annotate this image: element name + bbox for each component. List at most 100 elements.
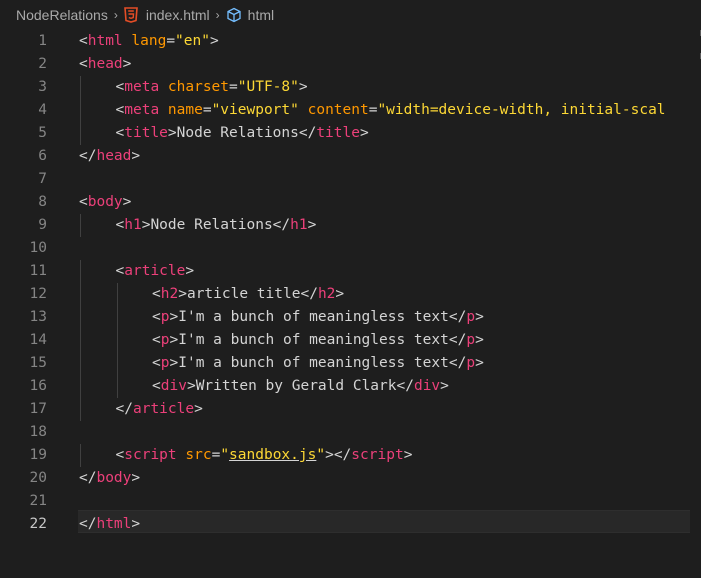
code-line[interactable]: 21 <box>0 490 701 513</box>
token-eq: = <box>202 102 212 118</box>
token-br: < <box>115 447 125 463</box>
token-txt: Written by Gerald Clark <box>195 378 397 394</box>
breadcrumb-symbol[interactable]: html <box>226 7 274 23</box>
code-line[interactable]: 14 <p>I'm a bunch of meaningless text</p> <box>0 329 701 352</box>
token-tag: h2 <box>160 286 179 302</box>
token-link[interactable]: sandbox.js <box>229 447 316 463</box>
code-line[interactable]: 10 <box>0 237 701 260</box>
code-line[interactable]: 9 <h1>Node Relations</h1> <box>0 214 701 237</box>
code-line[interactable]: 2 <head> <box>0 53 701 76</box>
breadcrumb-file[interactable]: index.html <box>123 7 210 23</box>
token-tag: script <box>351 447 404 463</box>
token-tag: h2 <box>317 286 336 302</box>
indent-guide <box>80 398 81 421</box>
symbol-cube-icon <box>226 7 242 23</box>
code-line[interactable]: 18 <box>0 421 701 444</box>
token-br: > <box>194 401 203 417</box>
line-content: <html lang="en"> <box>79 30 219 53</box>
code-line[interactable]: 20 </body> <box>0 467 701 490</box>
code-line[interactable]: 22 </html> <box>0 513 701 536</box>
indent-guide <box>80 352 81 375</box>
token-br: > <box>475 332 484 348</box>
token-br: </ <box>79 516 97 532</box>
line-number: 6 <box>38 148 47 164</box>
line-content: </head> <box>79 145 140 168</box>
line-content: <title>Node Relations</title> <box>116 122 369 145</box>
token-br: < <box>115 79 125 95</box>
token-br: </ <box>115 401 133 417</box>
token-tag: p <box>466 332 476 348</box>
token-str: "UTF-8" <box>237 79 299 95</box>
code-line[interactable]: 11 <article> <box>0 260 701 283</box>
token-str: "viewport" <box>211 102 299 118</box>
token-tag: meta <box>124 79 160 95</box>
line-number: 3 <box>38 79 47 95</box>
code-line[interactable]: 5 <title>Node Relations</title> <box>0 122 701 145</box>
token-br: < <box>115 125 125 141</box>
code-line[interactable]: 6 </head> <box>0 145 701 168</box>
code-line[interactable]: 8 <body> <box>0 191 701 214</box>
token-tag: p <box>160 332 170 348</box>
token-br: > <box>298 79 308 95</box>
line-content: </html> <box>79 513 140 536</box>
token-tag: body <box>96 470 132 486</box>
line-content: <h1>Node Relations</h1> <box>116 214 317 237</box>
token-tag: div <box>413 378 441 394</box>
token-tag: div <box>160 378 187 394</box>
token-tag: body <box>87 194 123 210</box>
token-str: " <box>316 447 326 463</box>
token-br: > <box>475 355 484 371</box>
token-br: > <box>186 378 196 394</box>
code-line[interactable]: 17 </article> <box>0 398 701 421</box>
code-line[interactable]: 7 <box>0 168 701 191</box>
code-line[interactable]: 13 <p>I'm a bunch of meaningless text</p> <box>0 306 701 329</box>
token-br: > <box>209 33 219 49</box>
code-line[interactable]: 15 <p>I'm a bunch of meaningless text</p> <box>0 352 701 375</box>
code-line[interactable]: 12 <h2>article title</h2> <box>0 283 701 306</box>
code-area[interactable]: 1 <html lang="en"> 2 <head> 3 <meta charset="… <box>0 30 701 578</box>
code-line[interactable]: 4 <meta name="viewport" content="width=de… <box>0 99 701 122</box>
token-br: < <box>152 309 161 325</box>
code-line[interactable]: 19 <script src="sandbox.js"></script> <box>0 444 701 467</box>
indent-guide <box>116 352 118 375</box>
line-content: <p>I'm a bunch of meaningless text</p> <box>152 306 484 329</box>
token-br: </ <box>448 332 467 348</box>
breadcrumb: NodeRelations › index.html › html <box>0 0 701 30</box>
token-txt: I'm a bunch of meaningless text <box>178 309 449 325</box>
line-number: 18 <box>29 424 47 440</box>
token-tag: title <box>316 125 360 141</box>
breadcrumb-file-label: index.html <box>145 7 210 23</box>
line-content: <h2>article title</h2> <box>152 283 344 306</box>
indent-guide <box>80 214 81 237</box>
token-br: > <box>359 125 369 141</box>
token-br: < <box>115 217 125 233</box>
code-line[interactable]: 1 <html lang="en"> <box>0 30 701 53</box>
indent-guide <box>116 329 118 352</box>
token-eq: = <box>211 447 221 463</box>
code-line[interactable]: 3 <meta charset="UTF-8"> <box>0 76 701 99</box>
token-txt: I'm a bunch of meaningless text <box>178 332 449 348</box>
line-number: 4 <box>38 102 47 118</box>
token-br: < <box>115 102 125 118</box>
token-br: </ <box>298 125 317 141</box>
code-line[interactable]: 16 <div>Written by Gerald Clark</div> <box>0 375 701 398</box>
breadcrumb-folder[interactable]: NodeRelations <box>16 7 108 23</box>
line-content: <p>I'm a bunch of meaningless text</p> <box>152 352 484 375</box>
token-br: > <box>122 56 132 72</box>
line-content: <meta name="viewport" content="width=dev… <box>116 99 666 122</box>
token-br: > <box>475 309 484 325</box>
line-number: 21 <box>29 493 47 509</box>
token-br: > <box>440 378 449 394</box>
token-str: "width=device-width, initial-scal <box>377 102 666 118</box>
breadcrumb-symbol-label: html <box>247 7 275 23</box>
code-editor[interactable]: NodeRelations › index.html › html 1 <htm… <box>0 0 701 578</box>
indent-guide <box>80 375 81 398</box>
line-content: <head> <box>79 53 131 76</box>
token-br: > <box>131 470 141 486</box>
line-content: <script src="sandbox.js"></script> <box>116 444 413 467</box>
line-content: <meta charset="UTF-8"> <box>116 76 308 99</box>
token-br: </ <box>272 217 291 233</box>
indent-guide <box>80 444 81 467</box>
line-number: 16 <box>29 378 47 394</box>
